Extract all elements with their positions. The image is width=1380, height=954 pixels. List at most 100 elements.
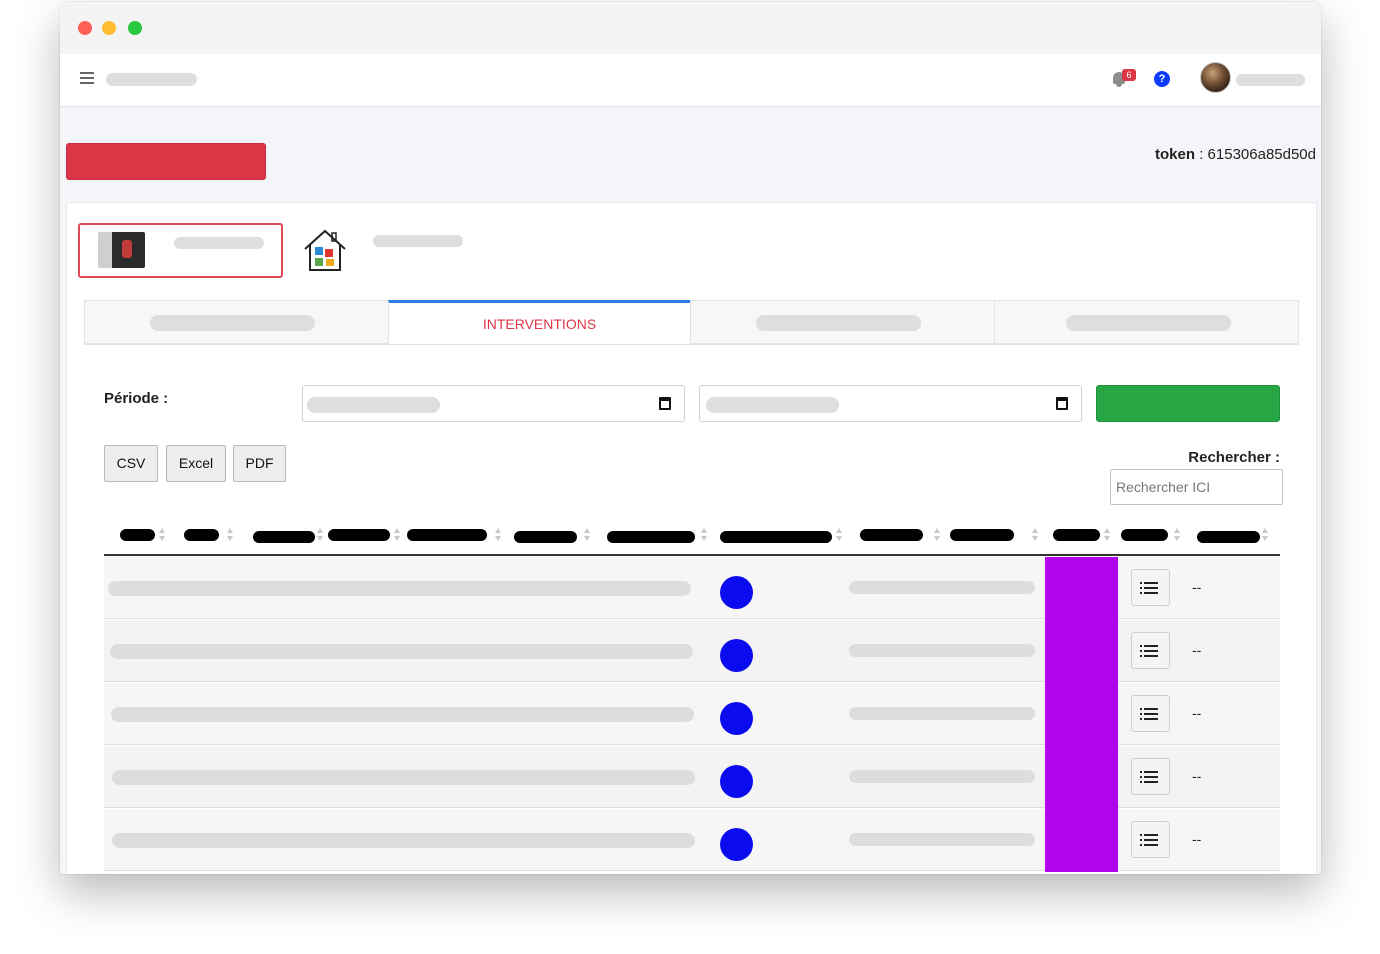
column-header-9[interactable] (860, 529, 923, 541)
calendar-icon[interactable] (659, 397, 671, 410)
table-row[interactable]: -- (104, 557, 1280, 620)
column-header-12[interactable] (1121, 529, 1168, 541)
periode-label: Période : (104, 390, 169, 407)
row-secondary-placeholder (849, 833, 1035, 846)
pdf-export-button[interactable]: PDF (233, 445, 286, 482)
tab-interventions-label: INTERVENTIONS (482, 316, 597, 332)
row-main-placeholder (111, 707, 694, 722)
row-secondary-placeholder (849, 707, 1035, 720)
sort-icon[interactable] (701, 528, 707, 542)
sort-icon[interactable] (495, 528, 501, 542)
row-main-placeholder (108, 581, 691, 596)
tab-4[interactable] (994, 300, 1299, 344)
user-avatar[interactable] (1200, 62, 1231, 93)
row-last-cell: -- (1192, 705, 1202, 721)
status-dot (720, 828, 753, 861)
organization-logo (98, 232, 145, 268)
details-list-button[interactable] (1131, 632, 1170, 669)
sort-icon[interactable] (1174, 528, 1180, 542)
column-header-13[interactable] (1197, 531, 1260, 543)
status-color-cell (1045, 557, 1118, 620)
table-row[interactable]: -- (104, 683, 1280, 746)
token-value: 615306a85d50d (1207, 146, 1316, 163)
tab-bar: INTERVENTIONS (84, 300, 1299, 344)
calendar-icon[interactable] (1056, 397, 1068, 410)
top-navbar: 6 ? (60, 54, 1321, 107)
tab-3[interactable] (690, 300, 995, 344)
hamburger-icon[interactable] (80, 72, 94, 86)
details-list-button[interactable] (1131, 695, 1170, 732)
user-name-placeholder[interactable] (1236, 74, 1305, 86)
tab-1[interactable] (84, 300, 389, 344)
sort-icon[interactable] (227, 528, 233, 542)
sort-icon[interactable] (934, 528, 940, 542)
secondary-organization-placeholder[interactable] (373, 235, 463, 247)
row-last-cell: -- (1192, 579, 1202, 595)
close-window-button[interactable] (78, 21, 92, 35)
column-header-5[interactable] (407, 529, 487, 541)
status-dot (720, 702, 753, 735)
status-dot (720, 576, 753, 609)
details-list-button[interactable] (1131, 758, 1170, 795)
status-dot (720, 765, 753, 798)
column-header-6[interactable] (514, 531, 577, 543)
table-row[interactable]: -- (104, 809, 1280, 872)
sort-icon[interactable] (1262, 528, 1268, 542)
row-last-cell: -- (1192, 642, 1202, 658)
sort-icon[interactable] (836, 528, 842, 542)
column-header-3[interactable] (253, 531, 315, 543)
column-header-7[interactable] (607, 531, 695, 543)
csv-export-button[interactable]: CSV (104, 445, 158, 482)
sort-icon[interactable] (159, 528, 165, 542)
table-row[interactable]: -- (104, 746, 1280, 809)
status-dot (720, 639, 753, 672)
row-secondary-placeholder (849, 644, 1035, 657)
column-header-4[interactable] (328, 529, 390, 541)
status-color-cell (1045, 809, 1118, 872)
zoom-window-button[interactable] (128, 21, 142, 35)
app-title-placeholder (106, 73, 197, 86)
tabs-divider (84, 344, 1299, 345)
status-color-cell (1045, 683, 1118, 746)
column-header-2[interactable] (184, 529, 219, 541)
row-secondary-placeholder (849, 581, 1035, 594)
token-label: token (1155, 146, 1196, 163)
minimize-window-button[interactable] (102, 21, 116, 35)
tab-4-label-placeholder (1066, 315, 1231, 331)
start-date-placeholder (307, 397, 440, 413)
row-last-cell: -- (1192, 768, 1202, 784)
sort-icon[interactable] (584, 528, 590, 542)
row-last-cell: -- (1192, 831, 1202, 847)
table-header (104, 520, 1280, 556)
alert-banner[interactable] (66, 143, 266, 180)
browser-window: 6 ? token : 615306a85d50d INTERVENTIONS (60, 2, 1321, 874)
column-header-8[interactable] (720, 531, 832, 543)
house-logo-icon[interactable] (301, 227, 349, 273)
sort-icon[interactable] (394, 528, 400, 542)
excel-export-button[interactable]: Excel (166, 445, 226, 482)
help-icon[interactable]: ? (1154, 71, 1170, 87)
table-row[interactable]: -- (104, 620, 1280, 683)
column-header-1[interactable] (120, 529, 155, 541)
main-card: INTERVENTIONS Période : CSV Excel PDF Re… (66, 202, 1317, 874)
end-date-input[interactable] (699, 385, 1082, 422)
column-header-11[interactable] (1053, 529, 1100, 541)
tab-3-label-placeholder (756, 315, 921, 331)
sort-icon[interactable] (1104, 528, 1110, 542)
details-list-button[interactable] (1131, 569, 1170, 606)
token-display: token : 615306a85d50d (1155, 146, 1316, 163)
sort-icon[interactable] (317, 528, 323, 542)
status-color-cell (1045, 620, 1118, 683)
row-main-placeholder (110, 644, 693, 659)
filter-submit-button[interactable] (1096, 385, 1280, 422)
search-input[interactable] (1110, 469, 1283, 505)
end-date-placeholder (706, 397, 839, 413)
title-bar (60, 2, 1321, 54)
column-header-10[interactable] (950, 529, 1014, 541)
tab-interventions[interactable]: INTERVENTIONS (388, 300, 691, 344)
start-date-input[interactable] (302, 385, 685, 422)
details-list-button[interactable] (1131, 821, 1170, 858)
selected-organization-card[interactable] (78, 223, 283, 278)
organization-name-placeholder (174, 237, 264, 249)
sort-icon[interactable] (1032, 528, 1038, 542)
